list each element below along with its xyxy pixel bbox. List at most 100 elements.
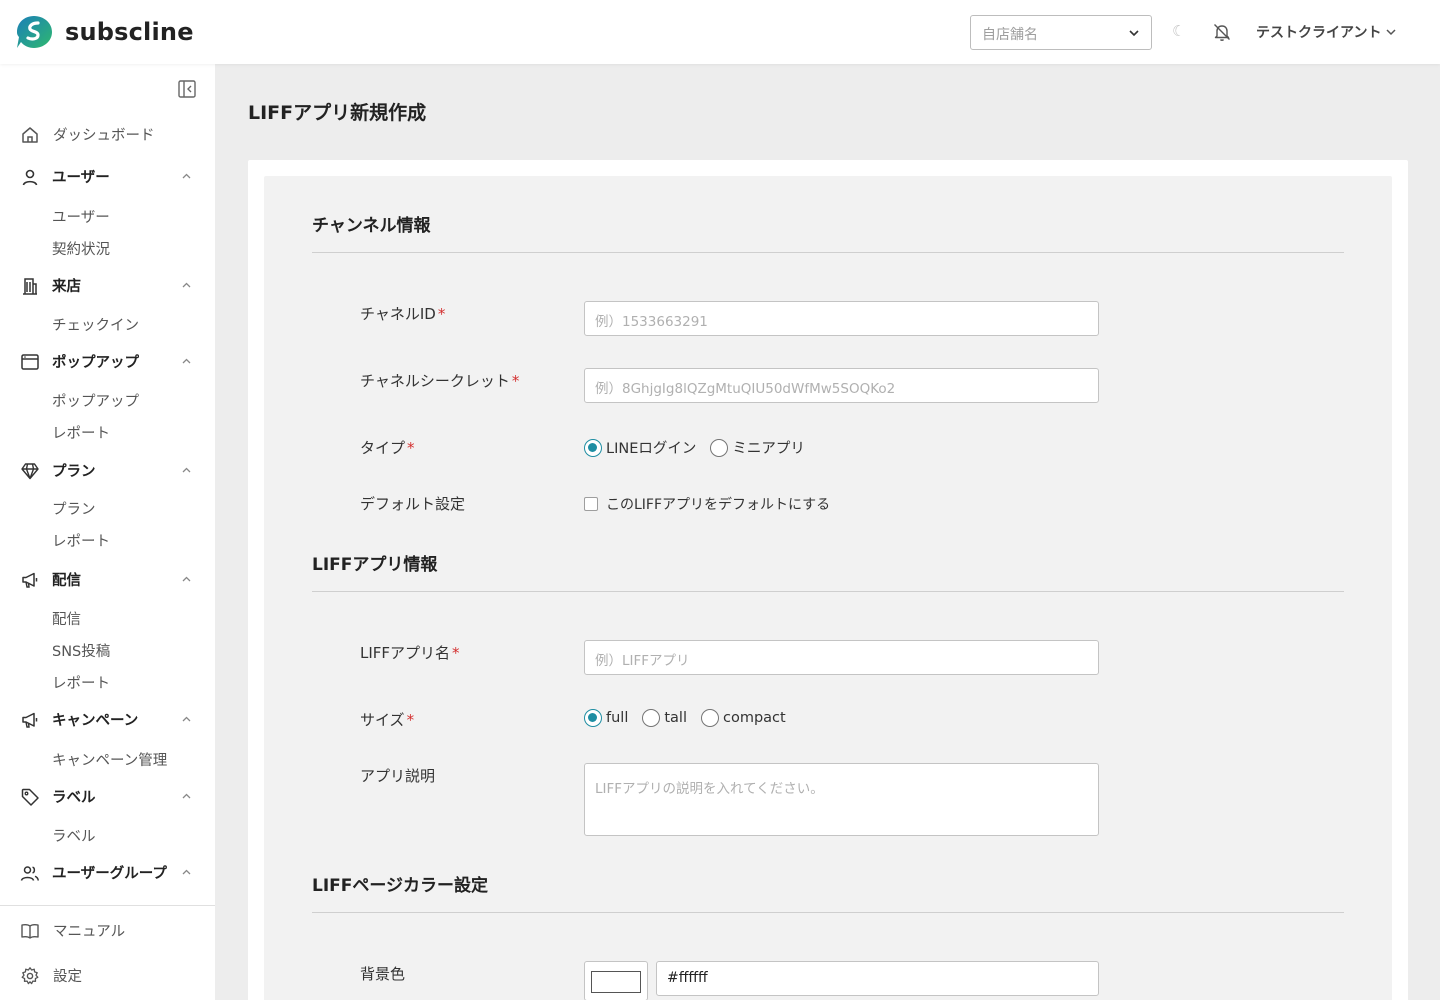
sidebar-group-label: ラベル [52,790,96,806]
channel-id-label-text: チャネルID [360,305,436,323]
default-checkbox[interactable] [584,497,598,511]
type-radio-mini-app[interactable] [710,438,729,457]
app-description-textarea[interactable]: LIFFアプリの説明を入れてください。 [584,763,1099,836]
sidebar-item-contracts[interactable]: 契約状況 [52,238,110,259]
app-description-label: アプリ説明 [360,767,436,785]
sidebar-item-dashboard[interactable]: ダッシュボード [20,124,195,145]
required-mark: * [437,305,446,323]
background-color-value: #ffffff [667,970,708,986]
required-mark: * [407,439,415,457]
sidebar-item-sns-post[interactable]: SNS投稿 [52,640,110,661]
building-icon [23,277,37,295]
liff-name-label-text: LIFFアプリ名 [360,644,451,662]
background-color-label: 背景色 [360,965,406,983]
bell-off-icon[interactable] [1212,22,1232,42]
size-radio-tall[interactable] [642,709,661,727]
users-icon [20,865,40,881]
required-mark: * [406,711,415,729]
default-setting-label: デフォルト設定 [360,495,466,513]
sidebar-item-settings[interactable]: 設定 [20,965,195,986]
store-select[interactable]: 自店舗名 [970,15,1152,50]
section-title-liff: LIFFアプリ情報 [312,555,438,575]
chevron-down-icon [1386,29,1396,36]
background-color-swatch [591,971,641,993]
section-divider [312,252,1344,253]
sidebar-group-delivery[interactable]: 配信 [20,569,195,590]
sidebar-divider [0,905,215,906]
liff-name-input[interactable]: 例）LIFFアプリ [584,640,1099,675]
sidebar-group-label: キャンペーン [52,713,139,729]
sidebar-item-delivery[interactable]: 配信 [52,608,81,629]
background-color-hex-input[interactable]: #ffffff [656,961,1099,996]
sidebar-item-campaign-manage[interactable]: キャンペーン管理 [52,749,167,770]
app-description-placeholder: LIFFアプリの説明を入れてください。 [595,781,824,797]
required-mark: * [511,372,520,390]
client-name: テストクライアント [1256,25,1382,41]
size-radio-compact[interactable] [701,709,719,727]
section-title-color: LIFFページカラー設定 [312,876,489,896]
sidebar: ダッシュボード ユーザー ユーザー 契約状況 来店 チェックイン ポップアップ … [0,64,215,1000]
liff-name-placeholder: 例）LIFFアプリ [595,653,690,669]
sidebar-group-label-section[interactable]: ラベル [20,786,195,807]
sidebar-group-label: ポップアップ [52,355,139,371]
channel-secret-input[interactable]: 例）8GhjgIg8lQZgMtuQIU50dWfMw5SOQKo2 [584,368,1099,403]
app-header: subscline 自店舗名 ☾ テストクライアント [0,0,1440,64]
type-radio-group: LINEログイン ミニアプリ [584,437,819,458]
channel-secret-label-text: チャネルシークレット [360,372,510,390]
sidebar-group-label: 来店 [52,279,81,295]
type-radio-line-login[interactable] [584,438,602,457]
book-open-icon [21,923,39,939]
sidebar-group-campaign[interactable]: キャンペーン [20,709,195,730]
moon-icon[interactable]: ☾ [1172,22,1185,40]
sidebar-item-popup[interactable]: ポップアップ [52,390,139,411]
sidebar-item-popup-report[interactable]: レポート [52,422,110,443]
channel-secret-label: チャネルシークレット * [360,370,519,391]
default-checkbox-label: このLIFFアプリをデフォルトにする [606,497,831,513]
type-option-label: ミニアプリ [732,441,805,457]
sidebar-item-checkin[interactable]: チェックイン [52,314,139,335]
sidebar-item-plan[interactable]: プラン [52,498,96,519]
diamond-icon [21,462,39,479]
gear-icon [21,966,39,984]
sidebar-group-user-group[interactable]: ユーザーグループ [20,862,195,883]
chevron-down-icon [1129,30,1139,37]
sidebar-item-delivery-report[interactable]: レポート [52,672,110,693]
liff-name-label: LIFFアプリ名 * [360,642,460,663]
default-checkbox-row[interactable]: このLIFFアプリをデフォルトにする [584,494,830,514]
section-divider [312,912,1344,913]
sidebar-group-label: ユーザー [52,170,110,186]
section-divider [312,591,1344,592]
type-label-text: タイプ [360,439,406,457]
sidebar-item-plan-report[interactable]: レポート [52,530,110,551]
channel-id-input[interactable]: 例）1533663291 [584,301,1099,336]
home-icon [22,126,38,143]
sidebar-item-label: ダッシュボード [53,128,155,144]
background-color-picker[interactable] [584,961,648,1000]
chevron-up-icon [182,173,191,179]
subscline-logo-icon [17,16,52,48]
brand-logo[interactable]: subscline [16,15,194,49]
size-radio-full[interactable] [584,709,602,727]
chevron-up-icon [182,282,191,288]
chevron-up-icon [182,793,191,799]
chevron-up-icon [182,467,191,473]
channel-secret-placeholder: 例）8GhjgIg8lQZgMtuQIU50dWfMw5SOQKo2 [595,381,896,397]
size-label-text: サイズ [360,711,405,729]
chevron-up-icon [182,576,191,582]
channel-id-placeholder: 例）1533663291 [595,314,708,330]
sidebar-item-manual[interactable]: マニュアル [20,920,195,941]
size-label: サイズ * [360,709,414,730]
sidebar-item-label[interactable]: ラベル [52,825,96,846]
required-mark: * [452,644,460,662]
size-option-label: full [606,710,629,726]
sidebar-group-plan[interactable]: プラン [20,460,195,481]
browser-window-icon [21,353,39,370]
sidebar-group-popup[interactable]: ポップアップ [20,351,195,372]
chevron-up-icon [182,358,191,364]
client-menu[interactable]: テストクライアント [1256,22,1396,42]
sidebar-group-visits[interactable]: 来店 [20,275,195,296]
type-option-label: LINEログイン [606,441,697,457]
sidebar-item-users[interactable]: ユーザー [52,206,110,227]
sidebar-group-users[interactable]: ユーザー [20,166,195,187]
sidebar-collapse-icon[interactable] [177,79,197,99]
